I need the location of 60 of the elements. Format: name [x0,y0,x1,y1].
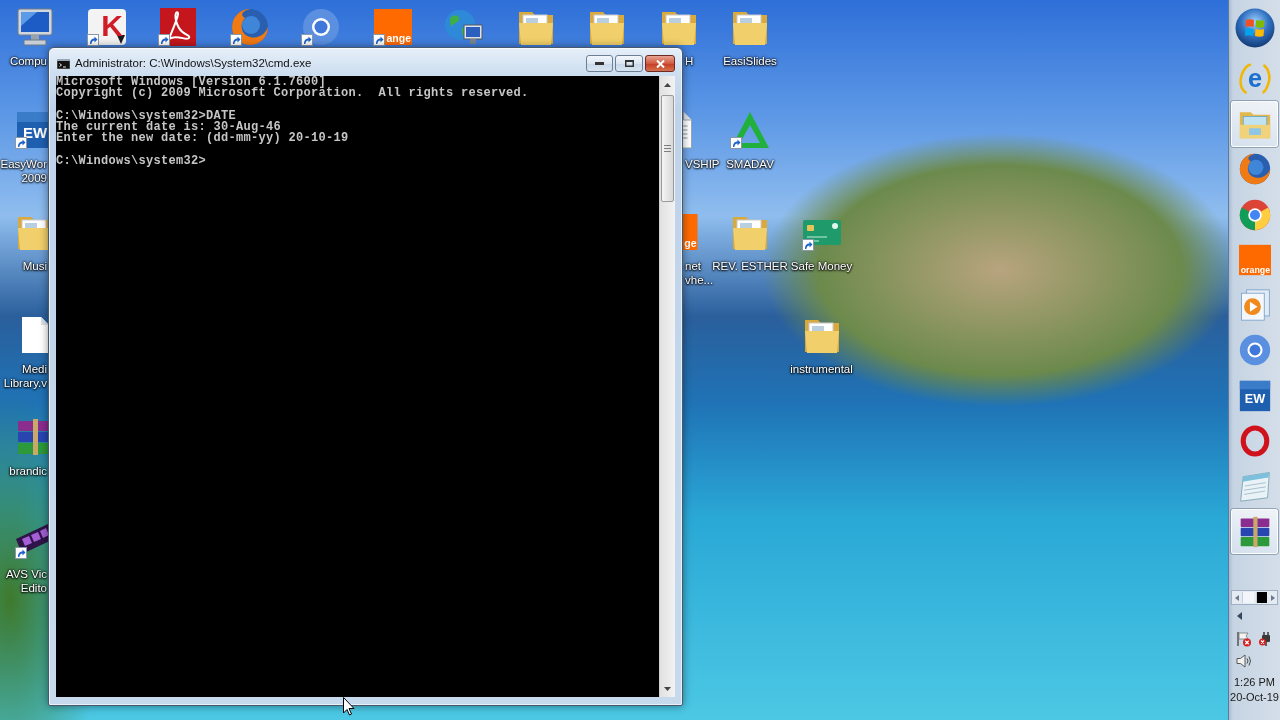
taskbar-button[interactable]: e [1231,56,1278,102]
desktop-icon-label[interactable]: brandic [9,464,47,479]
caret-down-icon [664,686,671,691]
globe-monitor-icon[interactable] [444,8,484,46]
logo-text: ge [684,237,697,250]
pager-slot[interactable] [1255,592,1267,603]
minimize-icon [595,62,604,65]
swirl-tile-icon[interactable] [158,8,198,46]
ring-icon[interactable] [301,8,341,46]
logo-tile-icon[interactable]: ge [683,213,699,252]
desktop-icon-label[interactable]: SMADAV [726,156,774,171]
desktop-icon-label[interactable]: VSHIP [685,156,720,171]
desktop-icon-label[interactable]: Compu [9,54,47,68]
logo-text: EW [1244,391,1265,406]
caret-left-icon [1237,612,1242,620]
desktop-icon-label[interactable]: AVS Vic Edito [5,567,47,595]
taskbar-button[interactable]: orange [1231,237,1278,283]
desktop-icon-label[interactable]: Medi Library.v [3,361,47,390]
taskbar-button[interactable]: EW [1231,373,1278,419]
speaker-icon[interactable] [1236,654,1252,668]
console-line: C:\Windows\system32> [56,156,207,168]
close-icon [655,59,665,68]
minimize-button[interactable] [586,55,613,72]
ring-icon [1237,334,1272,367]
clock[interactable]: 1:26 PM 20-Oct-19 [1230,675,1279,705]
console-icon[interactable] [57,59,70,69]
window-title: Administrator: C:\Windows\System32\cmd.exe [75,56,312,71]
segmented-circle-icon [1237,198,1272,231]
scrollbar[interactable] [659,76,675,697]
desktop-icon-label[interactable]: Safe Money [790,259,853,274]
caret-left-icon [1234,594,1239,601]
maximize-button[interactable] [615,55,643,72]
caret-right-icon [1270,594,1275,601]
notepad-icon [1237,470,1272,503]
desktop-icon-label[interactable]: EasiSlides [723,54,777,68]
logo-text: K [100,9,123,42]
desktop-icon-label[interactable]: REV. ESTHER [712,259,788,274]
desktop-icon-label[interactable]: EasyWor 2009 [0,156,47,185]
grip-icon [664,145,671,152]
orb-icon [1234,8,1275,48]
show-hidden-icons-button[interactable] [1237,612,1242,620]
console-line: C:\Windows\system32>DATE [56,110,237,123]
logo-text: orange [1240,264,1270,275]
taskbar-button[interactable] [1231,508,1278,555]
flame-globe-icon [1237,153,1272,186]
logo-text: e [1247,64,1262,93]
flag-icon[interactable] [1236,631,1252,647]
logo-text: ange [386,32,411,44]
desktop-icon-label[interactable]: H [685,54,694,68]
scrollbar-thumb[interactable] [661,95,674,202]
caret-up-icon [664,82,671,87]
logo-text: EW [22,123,48,141]
maximize-icon [624,60,634,67]
monitor-icon[interactable] [15,8,55,46]
desktop-icon-label[interactable]: instrumental [790,361,853,376]
desktop-icon-label[interactable]: net vhe... [685,259,714,288]
console-line: Copyright (c) 2009 Microsoft Corporation. All rights reserved. [56,88,529,100]
close-button[interactable] [645,55,675,72]
desktop-icon-label[interactable]: Musi [22,259,47,274]
console-line: Enter the new date: (dd-mm-yy) 20-10-19 [56,133,349,145]
